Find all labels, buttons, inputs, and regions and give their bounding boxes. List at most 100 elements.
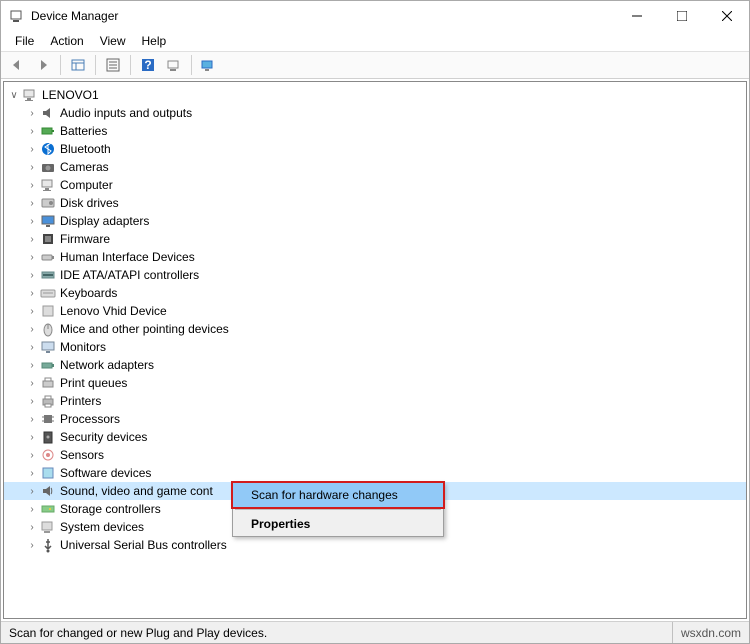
- window-title: Device Manager: [31, 9, 614, 23]
- tree-item-label: Bluetooth: [60, 142, 111, 156]
- minimize-button[interactable]: [614, 1, 659, 31]
- tree-item[interactable]: › Bluetooth: [4, 140, 746, 158]
- tree-item-label: Keyboards: [60, 286, 117, 300]
- tree-item[interactable]: ›Computer: [4, 176, 746, 194]
- expand-icon[interactable]: ›: [26, 359, 38, 371]
- tree-item[interactable]: › Keyboards: [4, 284, 746, 302]
- tree-item[interactable]: ›Batteries: [4, 122, 746, 140]
- tree-item-label: Print queues: [60, 376, 127, 390]
- tree-item[interactable]: › Print queues: [4, 374, 746, 392]
- expand-icon[interactable]: ›: [26, 323, 38, 335]
- ide-icon: [40, 267, 56, 283]
- context-properties[interactable]: Properties: [233, 512, 443, 536]
- tree-item-label: Storage controllers: [60, 502, 161, 516]
- context-scan-hardware[interactable]: Scan for hardware changes: [231, 481, 445, 509]
- bluetooth-icon: [40, 141, 56, 157]
- back-button[interactable]: [5, 53, 29, 77]
- expand-icon[interactable]: ›: [26, 287, 38, 299]
- expand-icon[interactable]: ›: [26, 503, 38, 515]
- device-manager-window: Device Manager File Action View Help ? ∨…: [0, 0, 750, 644]
- firmware-icon: [40, 231, 56, 247]
- menu-action[interactable]: Action: [42, 32, 91, 50]
- toolbar-separator: [191, 55, 192, 75]
- expand-icon[interactable]: ›: [26, 449, 38, 461]
- expand-icon[interactable]: ›: [26, 413, 38, 425]
- expand-icon[interactable]: ›: [26, 161, 38, 173]
- tree-item[interactable]: ›Human Interface Devices: [4, 248, 746, 266]
- expand-icon[interactable]: ›: [26, 431, 38, 443]
- expand-icon[interactable]: ›: [26, 377, 38, 389]
- printer-icon: [40, 393, 56, 409]
- tree-root[interactable]: ∨LENOVO1: [4, 86, 746, 104]
- tree-item-label: Security devices: [60, 430, 147, 444]
- tree-item-label: Printers: [60, 394, 101, 408]
- tree-item[interactable]: › Monitors: [4, 338, 746, 356]
- tree-item[interactable]: › Cameras: [4, 158, 746, 176]
- help-button[interactable]: ?: [136, 53, 160, 77]
- toolbar-separator: [60, 55, 61, 75]
- expand-icon[interactable]: ›: [26, 215, 38, 227]
- tree-item-label: Network adapters: [60, 358, 154, 372]
- tree-item[interactable]: › Network adapters: [4, 356, 746, 374]
- devices-button[interactable]: [197, 53, 221, 77]
- sensor-icon: [40, 447, 56, 463]
- disk-icon: [40, 195, 56, 211]
- context-separator: [235, 509, 441, 510]
- tree-item[interactable]: ›Firmware: [4, 230, 746, 248]
- menu-file[interactable]: File: [7, 32, 42, 50]
- keyboard-icon: [40, 285, 56, 301]
- expand-icon[interactable]: ›: [26, 179, 38, 191]
- expand-icon[interactable]: ›: [26, 521, 38, 533]
- expand-icon[interactable]: ›: [26, 467, 38, 479]
- forward-button[interactable]: [31, 53, 55, 77]
- tree-item[interactable]: › Security devices: [4, 428, 746, 446]
- tree-item[interactable]: ›Software devices: [4, 464, 746, 482]
- tree-item[interactable]: › Mice and other pointing devices: [4, 320, 746, 338]
- svg-text:?: ?: [144, 58, 151, 72]
- expand-icon[interactable]: ›: [26, 539, 38, 551]
- menu-view[interactable]: View: [92, 32, 134, 50]
- tree-item-label: IDE ATA/ATAPI controllers: [60, 268, 199, 282]
- tree-item[interactable]: › Universal Serial Bus controllers: [4, 536, 746, 554]
- context-properties-label: Properties: [251, 517, 310, 531]
- menubar: File Action View Help: [1, 31, 749, 51]
- collapse-icon[interactable]: ∨: [8, 89, 20, 101]
- tree-item[interactable]: › Disk drives: [4, 194, 746, 212]
- show-hide-button[interactable]: [66, 53, 90, 77]
- tree-item-label: System devices: [60, 520, 144, 534]
- tree-item[interactable]: ›Audio inputs and outputs: [4, 104, 746, 122]
- tree-item-label: Monitors: [60, 340, 106, 354]
- tree-item[interactable]: › IDE ATA/ATAPI controllers: [4, 266, 746, 284]
- tree-item-label: Disk drives: [60, 196, 119, 210]
- device-tree[interactable]: ∨LENOVO1›Audio inputs and outputs›Batter…: [3, 81, 747, 619]
- expand-icon[interactable]: ›: [26, 341, 38, 353]
- tree-item-label: Cameras: [60, 160, 109, 174]
- expand-icon[interactable]: ›: [26, 107, 38, 119]
- tree-item-label: Mice and other pointing devices: [60, 322, 229, 336]
- expand-icon[interactable]: ›: [26, 197, 38, 209]
- expand-icon[interactable]: ›: [26, 125, 38, 137]
- expand-icon[interactable]: ›: [26, 305, 38, 317]
- expand-icon[interactable]: ›: [26, 233, 38, 245]
- tree-item[interactable]: ›Lenovo Vhid Device: [4, 302, 746, 320]
- tree-item[interactable]: ›Display adapters: [4, 212, 746, 230]
- statusbar: Scan for changed or new Plug and Play de…: [1, 621, 749, 643]
- usb-icon: [40, 537, 56, 553]
- tree-item[interactable]: ›Sensors: [4, 446, 746, 464]
- expand-icon[interactable]: ›: [26, 395, 38, 407]
- close-button[interactable]: [704, 1, 749, 31]
- properties-button[interactable]: [101, 53, 125, 77]
- scan-hardware-button[interactable]: [162, 53, 186, 77]
- expand-icon[interactable]: ›: [26, 143, 38, 155]
- cpu-icon: [40, 411, 56, 427]
- expand-icon[interactable]: ›: [26, 269, 38, 281]
- maximize-button[interactable]: [659, 1, 704, 31]
- menu-help[interactable]: Help: [134, 32, 175, 50]
- expand-icon[interactable]: ›: [26, 251, 38, 263]
- hid-icon: [40, 249, 56, 265]
- expand-icon[interactable]: ›: [26, 485, 38, 497]
- tree-item-label: Universal Serial Bus controllers: [60, 538, 227, 552]
- tree-item[interactable]: › Printers: [4, 392, 746, 410]
- mouse-icon: [40, 321, 56, 337]
- tree-item[interactable]: ›Processors: [4, 410, 746, 428]
